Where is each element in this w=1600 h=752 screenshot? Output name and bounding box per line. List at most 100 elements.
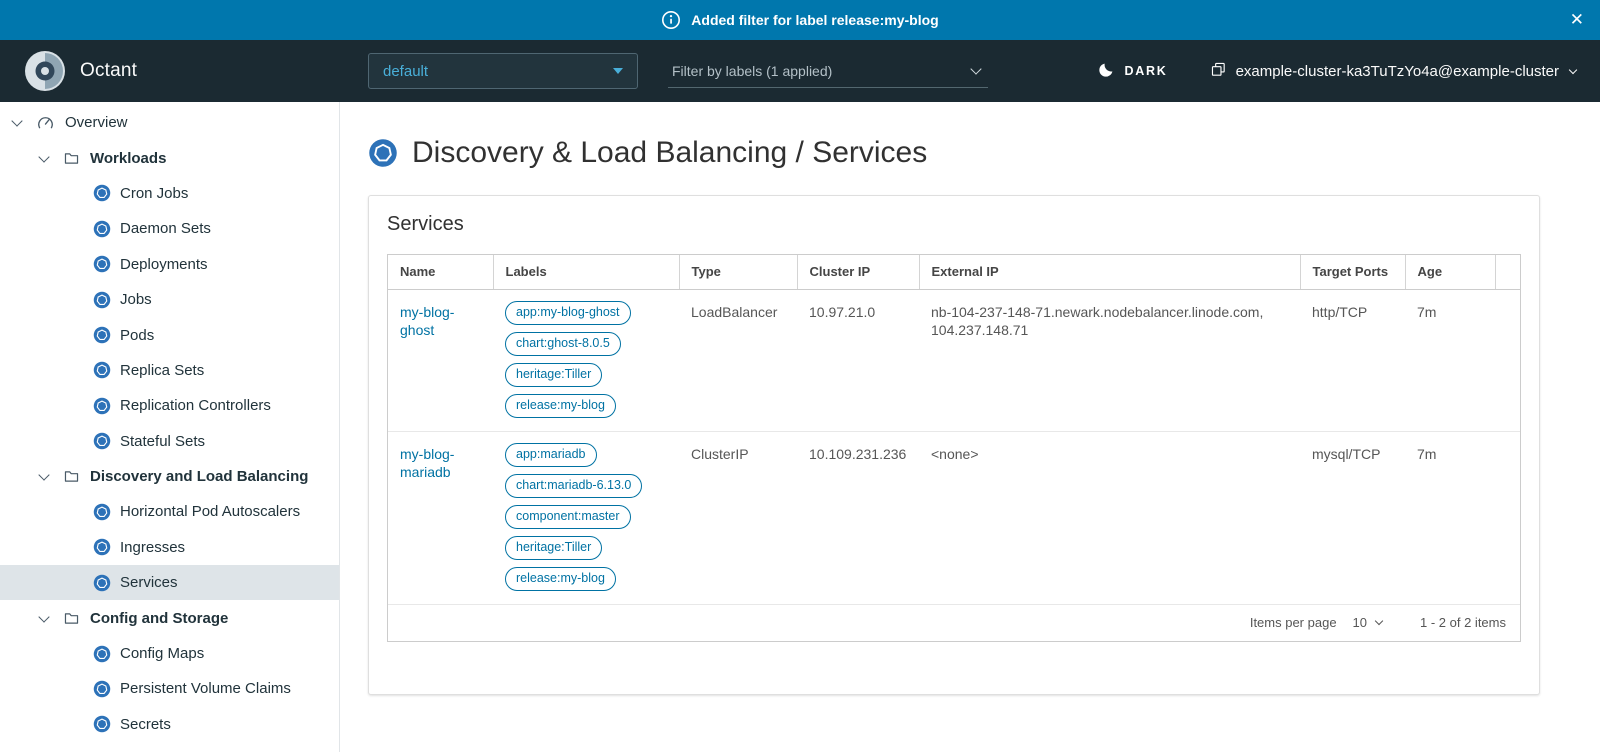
discovery-load-balancing-icon [368,138,398,168]
persistent-volume-claims-icon [93,680,111,698]
label-badge[interactable]: heritage:Tiller [505,536,602,560]
chevron-down-icon [38,151,49,162]
deployments-icon [93,255,111,273]
sidebar-item-label: Horizontal Pod Autoscalers [120,503,300,520]
sidebar-item-deployments[interactable]: Deployments [0,247,339,282]
services-icon [93,574,111,592]
sidebar-nav: Overview Workloads Cron Jobs Daemon Sets Dep… [0,102,340,752]
items-per-page-select[interactable]: 10 [1353,615,1382,630]
label-badge[interactable]: release:my-blog [505,394,616,418]
sidebar-group-label: Config and Storage [90,610,228,627]
card-title: Services [369,196,1539,249]
notification-message: Added filter for label release:my-blog [691,12,938,28]
sidebar-item-label: Replication Controllers [120,397,271,414]
label-badge[interactable]: heritage:Tiller [505,363,602,387]
notification-bar: Added filter for label release:my-blog ✕ [0,0,1600,40]
app-title: Octant [80,60,137,82]
cluster-icon [1210,61,1227,82]
cell-type: ClusterIP [679,432,797,605]
column-header-name[interactable]: Name [388,255,493,290]
column-header-cluster-ip[interactable]: Cluster IP [797,255,919,290]
column-header-type[interactable]: Type [679,255,797,290]
chevron-down-icon [38,469,49,480]
services-card: Services Name Labels Type Cluster IP Ext… [368,195,1540,695]
page-title-text: Discovery & Load Balancing / Services [412,136,927,170]
sidebar-item-horizontal-pod-autoscalers[interactable]: Horizontal Pod Autoscalers [0,494,339,529]
sidebar-group-config-and-storage[interactable]: Config and Storage [0,600,339,635]
label-badge[interactable]: chart:mariadb-6.13.0 [505,474,642,498]
sidebar-item-jobs[interactable]: Jobs [0,282,339,317]
sidebar-group-label: Workloads [90,150,166,167]
cell-spacer [1495,290,1520,432]
sidebar-item-overview[interactable]: Overview [0,105,339,140]
page-title: Discovery & Load Balancing / Services [368,136,1600,170]
column-header-spacer [1495,255,1520,290]
sidebar-group-discovery-and-load-balancing[interactable]: Discovery and Load Balancing [0,459,339,494]
main-content: Discovery & Load Balancing / Services Se… [341,102,1600,752]
sidebar-item-pods[interactable]: Pods [0,317,339,352]
folder-icon [63,468,80,485]
label-badge[interactable]: app:mariadb [505,443,597,467]
sidebar-item-label: Stateful Sets [120,433,205,450]
sidebar-item-daemon-sets[interactable]: Daemon Sets [0,211,339,246]
service-link[interactable]: my-blog-ghost [400,304,454,338]
close-icon[interactable]: ✕ [1570,9,1584,31]
caret-down-icon [613,68,623,74]
column-header-external-ip[interactable]: External IP [919,255,1300,290]
pagination-range: 1 - 2 of 2 items [1420,615,1506,630]
sidebar-item-replication-controllers[interactable]: Replication Controllers [0,388,339,423]
label-badge[interactable]: release:my-blog [505,567,616,591]
label-filter-dropdown[interactable]: Filter by labels (1 applied) [668,54,988,88]
sidebar-item-label: Daemon Sets [120,220,211,237]
sidebar-item-label: Cron Jobs [120,185,188,202]
sidebar-item-secrets[interactable]: Secrets [0,707,339,742]
folder-icon [63,150,80,167]
label-badge[interactable]: component:master [505,505,631,529]
chevron-down-icon [1375,617,1383,625]
pagination-footer: Items per page 10 1 - 2 of 2 items [388,604,1520,641]
sidebar-item-ingresses[interactable]: Ingresses [0,530,339,565]
label-badge[interactable]: app:my-blog-ghost [505,301,631,325]
cluster-selector[interactable]: example-cluster-ka3TuTzYo4a@example-clus… [1210,61,1576,82]
sidebar-item-label: Ingresses [120,539,185,556]
cell-target-ports: http/TCP [1300,290,1405,432]
sidebar-group-workloads[interactable]: Workloads [0,140,339,175]
sidebar-item-config-maps[interactable]: Config Maps [0,636,339,671]
labels-stack: app:mariadb chart:mariadb-6.13.0 component… [505,443,667,591]
overview-icon [36,113,55,132]
cell-external-ip: <none> [919,432,1300,605]
namespace-selector[interactable]: default [368,53,638,89]
cell-cluster-ip: 10.97.21.0 [797,290,919,432]
sidebar-item-cron-jobs[interactable]: Cron Jobs [0,176,339,211]
cell-spacer [1495,432,1520,605]
daemon-sets-icon [93,220,111,238]
theme-label: DARK [1124,64,1167,78]
table-row: my-blog-ghost app:my-blog-ghost chart:ghos… [388,290,1520,432]
label-badge[interactable]: chart:ghost-8.0.5 [505,332,621,356]
sidebar-item-services[interactable]: Services [0,565,339,600]
sidebar-item-replica-sets[interactable]: Replica Sets [0,353,339,388]
sidebar-item-persistent-volume-claims[interactable]: Persistent Volume Claims [0,671,339,706]
moon-icon [1098,61,1115,81]
stateful-sets-icon [93,432,111,450]
cluster-label: example-cluster-ka3TuTzYo4a@example-clus… [1236,63,1559,80]
dark-mode-toggle[interactable]: DARK [1098,61,1167,81]
sidebar-item-label: Services [120,574,178,591]
column-header-age[interactable]: Age [1405,255,1495,290]
sidebar-item-stateful-sets[interactable]: Stateful Sets [0,424,339,459]
services-table-body: my-blog-ghost app:my-blog-ghost chart:ghos… [388,290,1520,605]
sidebar-item-label: Config Maps [120,645,204,662]
column-header-target-ports[interactable]: Target Ports [1300,255,1405,290]
service-link[interactable]: my-blog-mariadb [400,446,454,480]
info-icon [661,10,681,30]
labels-stack: app:my-blog-ghost chart:ghost-8.0.5 herita… [505,301,667,418]
sidebar-item-label: Pods [120,327,154,344]
replication-controllers-icon [93,397,111,415]
cell-labels: app:mariadb chart:mariadb-6.13.0 component… [493,432,679,605]
sidebar-item-label: Jobs [120,291,152,308]
cell-target-ports: mysql/TCP [1300,432,1405,605]
column-header-labels[interactable]: Labels [493,255,679,290]
sidebar-item-label: Replica Sets [120,362,204,379]
cell-type: LoadBalancer [679,290,797,432]
cell-age: 7m [1405,432,1495,605]
